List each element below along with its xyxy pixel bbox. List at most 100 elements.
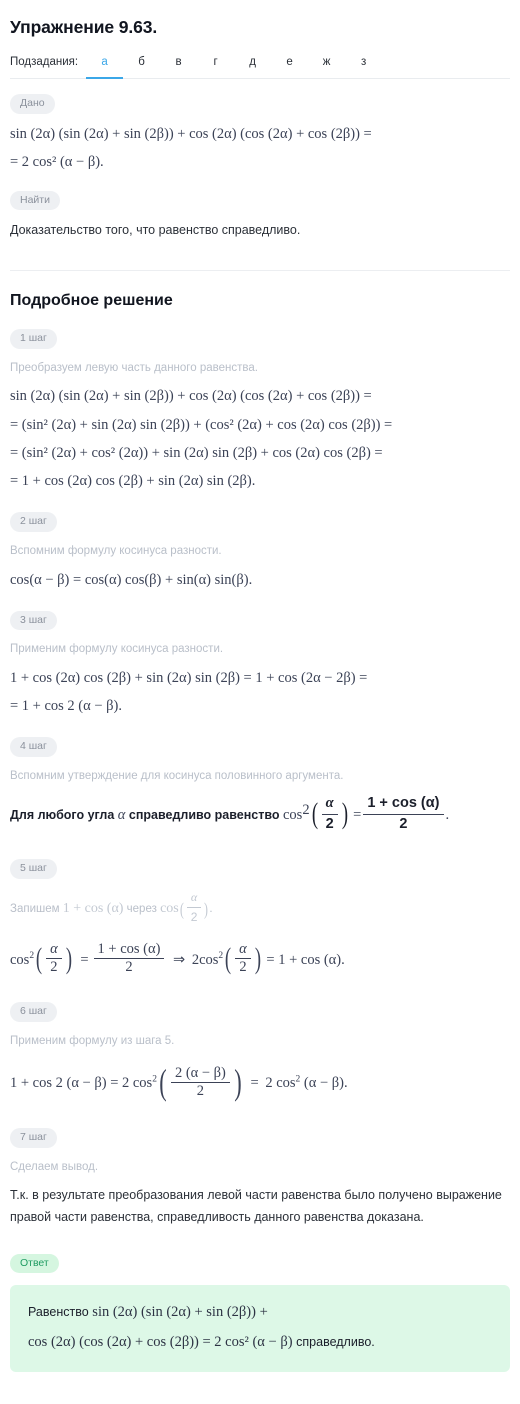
- step-6-tail-end: (α − β).: [303, 1075, 348, 1092]
- step-5-cos-2: cos: [199, 951, 219, 968]
- step-4-end: .: [445, 806, 450, 823]
- step-5-half-den: 2: [50, 959, 58, 976]
- tab-d[interactable]: д: [234, 52, 271, 79]
- step-6-equation: 1 + cos 2 (α − β) = 2 cos2(2 (α − β) 2) =…: [10, 1063, 510, 1103]
- step-3-caption: Применим формулу косинуса разности.: [10, 643, 224, 656]
- implies-icon: ⇒: [173, 951, 186, 968]
- exercise-page: Упражнение 9.63. Подзадания: а б в г д е…: [0, 17, 520, 1398]
- tab-z[interactable]: з: [345, 52, 382, 79]
- step-4-frac-num: 1 + cos (α): [363, 795, 444, 815]
- step-5-equals: =: [80, 951, 89, 968]
- step-5-fraction: 1 + cos (α) 2: [93, 941, 165, 976]
- right-paren-icon-3: ): [254, 942, 261, 976]
- step-1: 1 шаг Преобразуем левую часть данного ра…: [10, 328, 510, 489]
- given-line-2: = 2 cos² (α − β).: [10, 153, 104, 170]
- right-paren-icon-2: ): [65, 942, 72, 976]
- subtask-tabs: а б в г д е ж з: [86, 52, 510, 79]
- right-paren-small-icon: ): [204, 898, 209, 919]
- step-5-caption-end: .: [209, 902, 213, 915]
- step-6-lead: 1 + cos 2 (α − β) = 2 cos: [10, 1075, 153, 1092]
- step-5-power: 2: [29, 950, 35, 961]
- step-1-line-4: = 1 + cos (2α) cos (2β) + sin (2α) sin (…: [10, 473, 256, 490]
- step-1-badge: 1 шаг: [10, 329, 57, 349]
- find-section: Найти Доказательство того, что равенство…: [10, 190, 510, 242]
- step-2-caption: Вспомним формулу косинуса разности.: [10, 544, 222, 557]
- step-2-badge: 2 шаг: [10, 512, 57, 532]
- step-5-half-num: α: [46, 941, 62, 960]
- step-4-statement: Для любого угла α справедливо равенство …: [10, 795, 510, 835]
- step-6-frac-den: 2: [196, 1083, 205, 1100]
- subtasks-label: Подзадания:: [10, 56, 79, 68]
- tab-v[interactable]: в: [160, 52, 197, 79]
- step-6-fraction: 2 (α − β) 2: [170, 1065, 230, 1100]
- tab-zh[interactable]: ж: [308, 52, 345, 79]
- answer-math-2: cos (2α) (cos (2α) + cos (2β)) = 2 cos² …: [28, 1333, 293, 1350]
- step-7-badge: 7 шаг: [10, 1128, 57, 1148]
- step-1-line-3: = (sin² (2α) + cos² (2α)) + sin (2α) sin…: [10, 444, 383, 461]
- step-4-half-num: α: [321, 795, 338, 815]
- left-paren-icon: (: [311, 797, 318, 831]
- step-5-caption-mid: через: [126, 902, 157, 915]
- step-5-frac-den: 2: [125, 959, 133, 976]
- step-5-cos: cos: [10, 951, 30, 968]
- find-badge: Найти: [10, 190, 60, 211]
- step-7-caption: Сделаем вывод.: [10, 1160, 99, 1173]
- step-7: 7 шаг Сделаем вывод. Т.к. в результате п…: [10, 1127, 510, 1229]
- step-5-frac-num: 1 + cos (α): [93, 941, 165, 960]
- answer-prefix: Равенство: [28, 1305, 89, 1320]
- tab-b[interactable]: б: [123, 52, 160, 79]
- step-3-badge: 3 шаг: [10, 610, 57, 631]
- step-5: 5 шаг Запишем 1 + cos (α) через cos(α 2).…: [10, 858, 510, 977]
- step-2-line-1: cos(α − β) = cos(α) cos(β) + sin(α) sin(…: [10, 571, 253, 588]
- tab-e[interactable]: е: [271, 52, 308, 79]
- step-3: 3 шаг Применим формулу косинуса разности…: [10, 610, 510, 715]
- step-5-power-2: 2: [218, 950, 224, 961]
- step-1-line-2: = (sin² (2α) + sin (2α) sin (2β)) + (cos…: [10, 416, 393, 433]
- page-title: Упражнение 9.63.: [10, 17, 158, 37]
- answer-suffix: справедливо.: [296, 1334, 375, 1349]
- step-4-power: 2: [302, 801, 310, 818]
- step-4-half-den: 2: [325, 815, 334, 832]
- find-text: Доказательство того, что равенство справ…: [10, 223, 301, 238]
- step-3-line-2: = 1 + cos 2 (α − β).: [10, 698, 122, 715]
- step-4-equals: =: [353, 806, 362, 823]
- step-6-frac-num: 2 (α − β): [170, 1065, 230, 1084]
- given-line-1: sin (2α) (sin (2α) + sin (2β)) + cos (2α…: [10, 125, 372, 142]
- step-5-caption-math-1: 1 + cos (α): [62, 900, 124, 916]
- step-5-caption-frac-den: 2: [190, 910, 198, 925]
- step-5-caption-prefix: Запишем: [10, 902, 60, 915]
- answer-box: Равенство sin (2α) (sin (2α) + sin (2β))…: [10, 1285, 510, 1372]
- step-5-half-fraction-2: α2: [235, 941, 251, 976]
- left-paren-icon-3: (: [225, 942, 232, 976]
- step-1-line-1: sin (2α) (sin (2α) + sin (2β)) + cos (2α…: [10, 388, 372, 405]
- step-5-half-den-2: 2: [239, 959, 247, 976]
- answer-badge: Ответ: [10, 1253, 59, 1274]
- step-4-half-fraction: α2: [321, 795, 338, 833]
- left-paren-small-icon: (: [179, 898, 184, 919]
- step-4-cos: cos: [282, 806, 303, 823]
- step-6-tail-equals: =: [250, 1075, 259, 1092]
- step-6: 6 шаг Применим формулу из шага 5. 1 + co…: [10, 1001, 510, 1103]
- step-2: 2 шаг Вспомним формулу косинуса разности…: [10, 511, 510, 587]
- step-6-tail: 2 cos: [265, 1075, 296, 1092]
- tab-a[interactable]: а: [86, 52, 124, 79]
- step-5-caption-fraction: α2: [186, 889, 202, 927]
- step-4-frac-den: 2: [399, 815, 408, 832]
- step-4-caption: Вспомним утверждение для косинуса полови…: [10, 769, 344, 782]
- step-4-badge: 4 шаг: [10, 737, 57, 757]
- step-7-conclusion: Т.к. в результате преобразования левой ч…: [10, 1188, 502, 1225]
- solution-title: Подробное решение: [10, 292, 173, 310]
- step-5-half-num-2: α: [235, 941, 251, 960]
- left-paren-icon-2: (: [35, 942, 43, 976]
- given-section: Дано sin (2α) (sin (2α) + sin (2β)) + co…: [10, 93, 510, 170]
- answer-line-1: Равенство sin (2α) (sin (2α) + sin (2β))…: [28, 1305, 492, 1320]
- step-5-two: 2: [191, 951, 200, 968]
- step-5-tail: = 1 + cos (α).: [266, 951, 345, 968]
- bottom-spacer: [10, 1372, 510, 1398]
- step-3-line-1: 1 + cos (2α) cos (2β) + sin (2α) sin (2β…: [10, 669, 368, 686]
- step-6-power: 2: [152, 1074, 157, 1085]
- tab-g[interactable]: г: [197, 52, 234, 79]
- subtasks-nav: Подзадания: а б в г д е ж з: [10, 52, 510, 79]
- step-4-fraction: 1 + cos (α) 2: [363, 795, 444, 833]
- step-6-badge: 6 шаг: [10, 1002, 57, 1022]
